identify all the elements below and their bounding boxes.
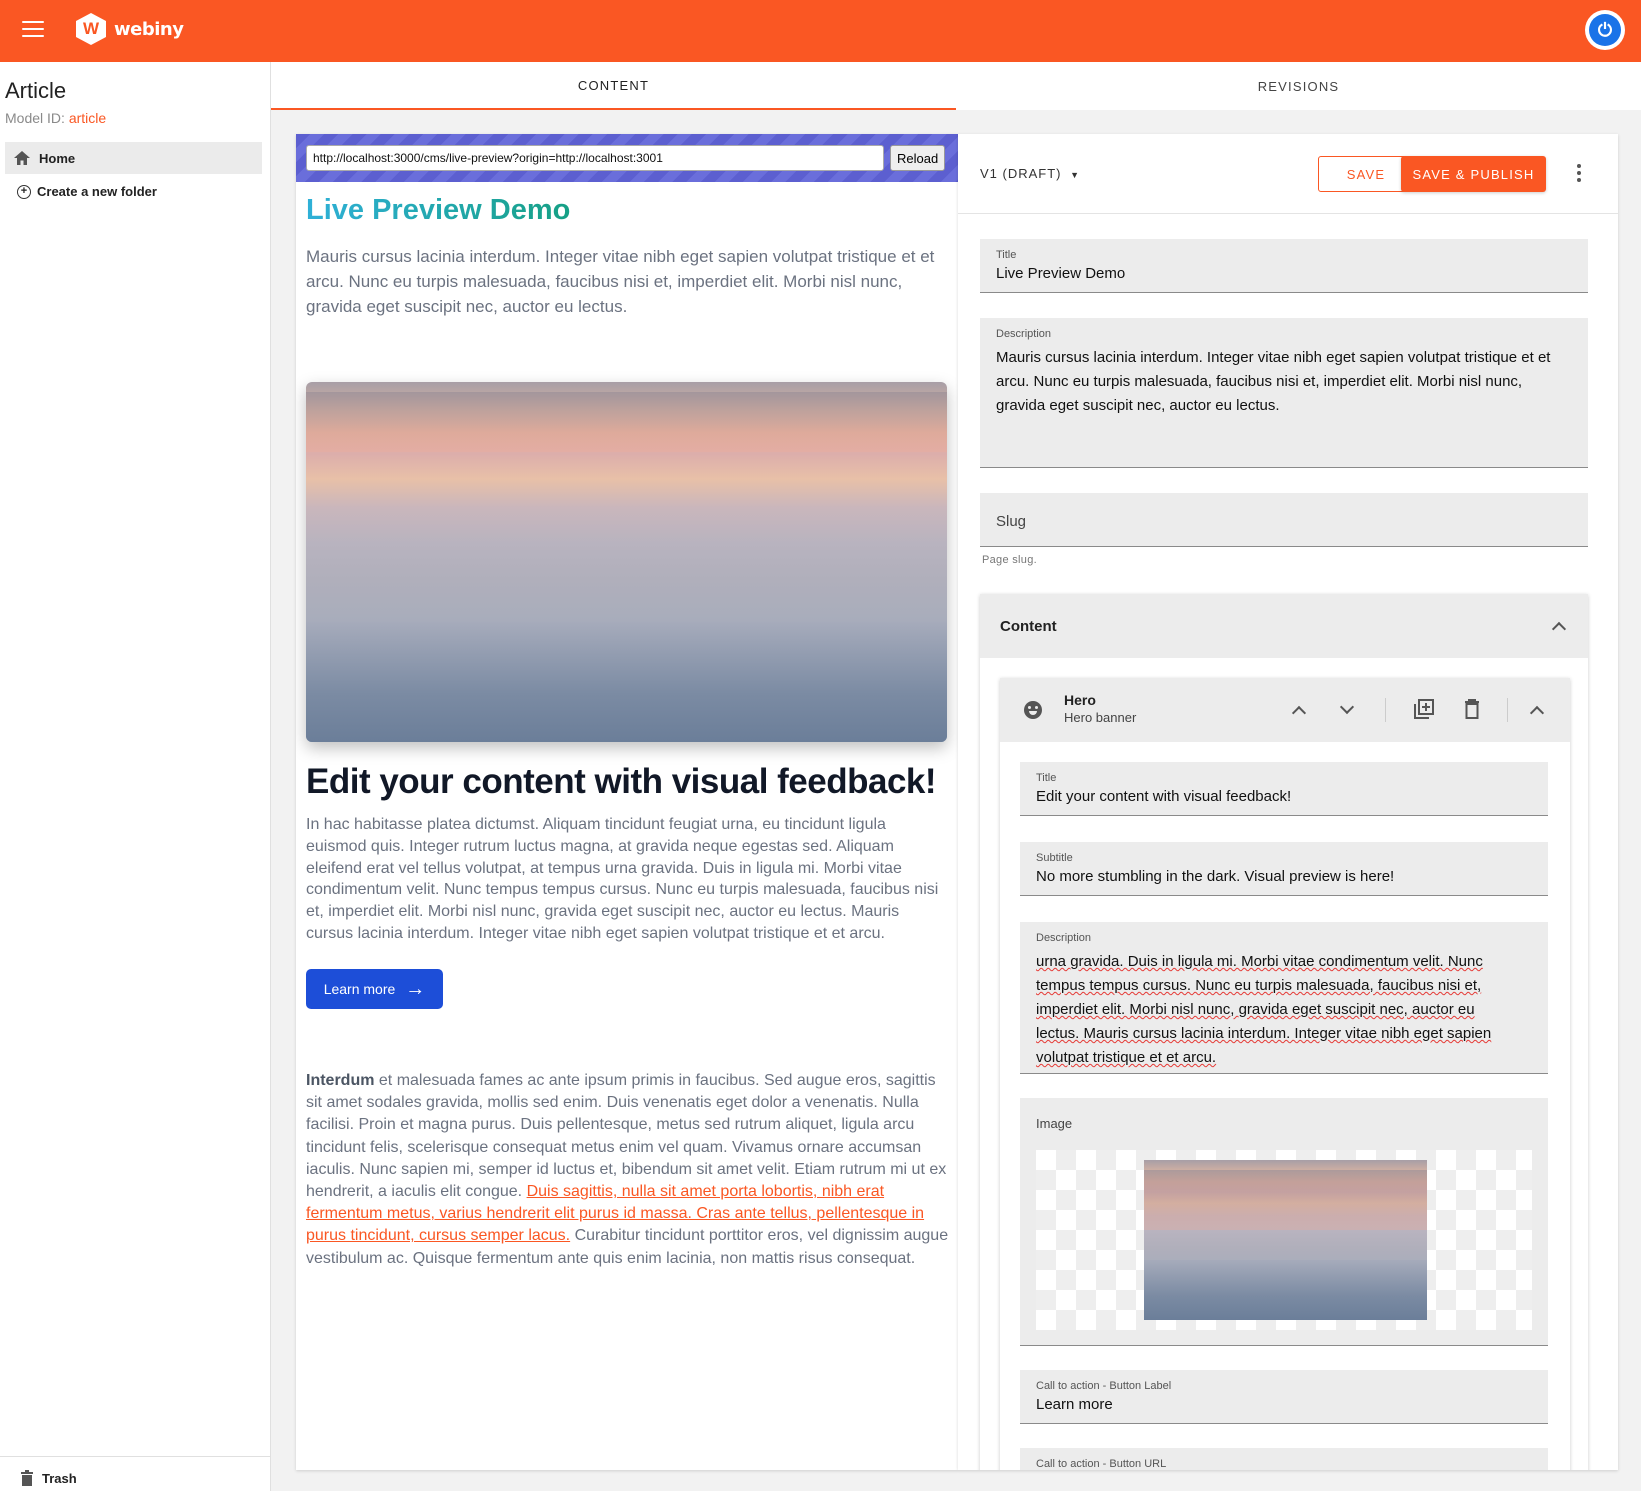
move-down-icon[interactable] [1339,699,1355,715]
preview-hero-image [306,382,947,742]
divider [1385,698,1386,722]
model-id-line: Model ID: article [5,110,106,126]
menu-icon[interactable] [22,21,44,39]
preview-title: Live Preview Demo [306,194,571,226]
preview-hero-paragraph: In hac habitasse platea dictumst. Aliqua… [306,816,939,942]
editor-pane: V1 (DRAFT) ▼ SAVE SAVE & PUBLISH Title L… [958,134,1618,1470]
tab-content[interactable]: CONTENT [271,62,956,110]
live-preview-pane: Reload Live Preview Demo Mauris cursus l… [296,134,958,1470]
block-subtitle: Hero banner [1064,710,1137,725]
content-section-header[interactable]: Content [980,594,1588,658]
create-folder-label: Create a new folder [37,184,157,199]
reload-button[interactable]: Reload [890,145,946,171]
move-up-icon[interactable] [1291,705,1307,721]
sidebar-item-trash[interactable]: Trash [20,1470,77,1486]
field-value: urna gravida. Duis in ligula mi. Morbi v… [1036,953,1492,1066]
image-preview[interactable] [1036,1150,1532,1330]
body-text: et malesuada fames ac ante ipsum primis … [306,1072,947,1201]
content-section: Content Hero Hero banner Title Edit your… [980,594,1588,1470]
field-label: Image [1036,1116,1073,1131]
create-folder-button[interactable]: + Create a new folder [17,184,157,199]
version-selector[interactable]: V1 (DRAFT) ▼ [980,166,1080,181]
preview-body-text: Interdum et malesuada fames ac ante ipsu… [306,1070,950,1270]
learn-more-label: Learn more [323,981,396,997]
cta-label-field[interactable]: Call to action - Button Label Learn more [1020,1370,1548,1424]
more-options-icon[interactable] [1577,164,1583,185]
logo-mark: W [76,13,106,45]
image-thumbnail [1144,1160,1427,1320]
field-label: Description [1036,932,1092,944]
model-title: Article [5,78,67,103]
preview-description: Mauris cursus lacinia interdum. Integer … [306,247,935,316]
smiley-icon [1024,701,1042,719]
logo-text: webiny [114,18,184,40]
model-id-label: Model ID: [5,110,65,126]
field-label: Title [996,249,1017,261]
hero-block: Hero Hero banner Title Edit your content… [1000,678,1570,1470]
field-value: Learn more [1036,1396,1113,1413]
field-label: Title [1036,772,1057,784]
tab-revisions[interactable]: REVISIONS [956,62,1641,110]
body-bold: Interdum [306,1072,375,1089]
slug-helper-text: Page slug. [982,554,1037,566]
field-value: No more stumbling in the dark. Visual pr… [1036,868,1395,885]
version-label: V1 (DRAFT) [980,166,1062,181]
preview-hero-heading: Edit your content with visual feedback! [306,762,937,801]
tab-bar: CONTENT REVISIONS [271,62,1641,110]
sidebar: Article Model ID: article Home + Create … [0,62,271,1491]
top-bar: W webiny ⏻ [0,0,1641,62]
webiny-logo[interactable]: W webiny [76,13,184,45]
sidebar-item-label: Home [39,150,76,166]
duplicate-icon[interactable] [1413,698,1435,720]
divider [0,1456,271,1457]
description-field[interactable]: Description Mauris cursus lacinia interd… [980,318,1588,468]
title-field[interactable]: Title Live Preview Demo [980,239,1588,293]
add-circle-icon: + [17,184,31,199]
home-icon [14,151,30,165]
divider [1507,698,1508,722]
editor-header: V1 (DRAFT) ▼ SAVE SAVE & PUBLISH [958,134,1618,214]
save-publish-button[interactable]: SAVE & PUBLISH [1401,156,1546,192]
preview-url-input[interactable] [306,145,884,171]
hero-title-field[interactable]: Title Edit your content with visual feed… [1020,762,1548,816]
caret-down-icon: ▼ [1070,170,1081,180]
save-button[interactable]: SAVE [1318,156,1414,192]
field-value: Mauris cursus lacinia interdum. Integer … [996,349,1551,414]
trash-icon [21,1470,33,1486]
learn-more-button[interactable]: Learn more → [306,969,443,1009]
slug-field[interactable]: Slug [980,493,1588,547]
field-label: Description [996,328,1052,340]
arrow-right-icon: → [405,977,426,1000]
field-label: Call to action - Button Label [1036,1380,1172,1392]
power-icon: ⏻ [1589,14,1621,46]
chevron-up-icon[interactable] [1551,621,1567,637]
block-title: Hero [1064,692,1096,708]
field-value: Edit your content with visual feedback! [1036,788,1292,805]
section-title: Content [1000,617,1057,635]
field-value: Live Preview Demo [996,265,1126,282]
hero-subtitle-field[interactable]: Subtitle No more stumbling in the dark. … [1020,842,1548,896]
trash-label: Trash [42,1470,77,1486]
preview-url-bar: Reload [296,134,958,182]
cta-url-field[interactable]: Call to action - Button URL [1020,1448,1548,1470]
hero-block-header: Hero Hero banner [1000,678,1570,742]
field-label: Subtitle [1036,852,1073,864]
field-label: Call to action - Button URL [1036,1458,1167,1470]
model-id-value: article [68,110,107,126]
field-label: Slug [996,513,1027,530]
sidebar-item-home[interactable]: Home [5,142,262,174]
hero-image-field[interactable]: Image [1020,1098,1548,1346]
hero-description-field[interactable]: Description urna gravida. Duis in ligula… [1020,922,1548,1074]
delete-icon[interactable] [1463,698,1481,720]
collapse-icon[interactable] [1529,705,1545,721]
user-menu-button[interactable]: ⏻ [1585,10,1625,50]
